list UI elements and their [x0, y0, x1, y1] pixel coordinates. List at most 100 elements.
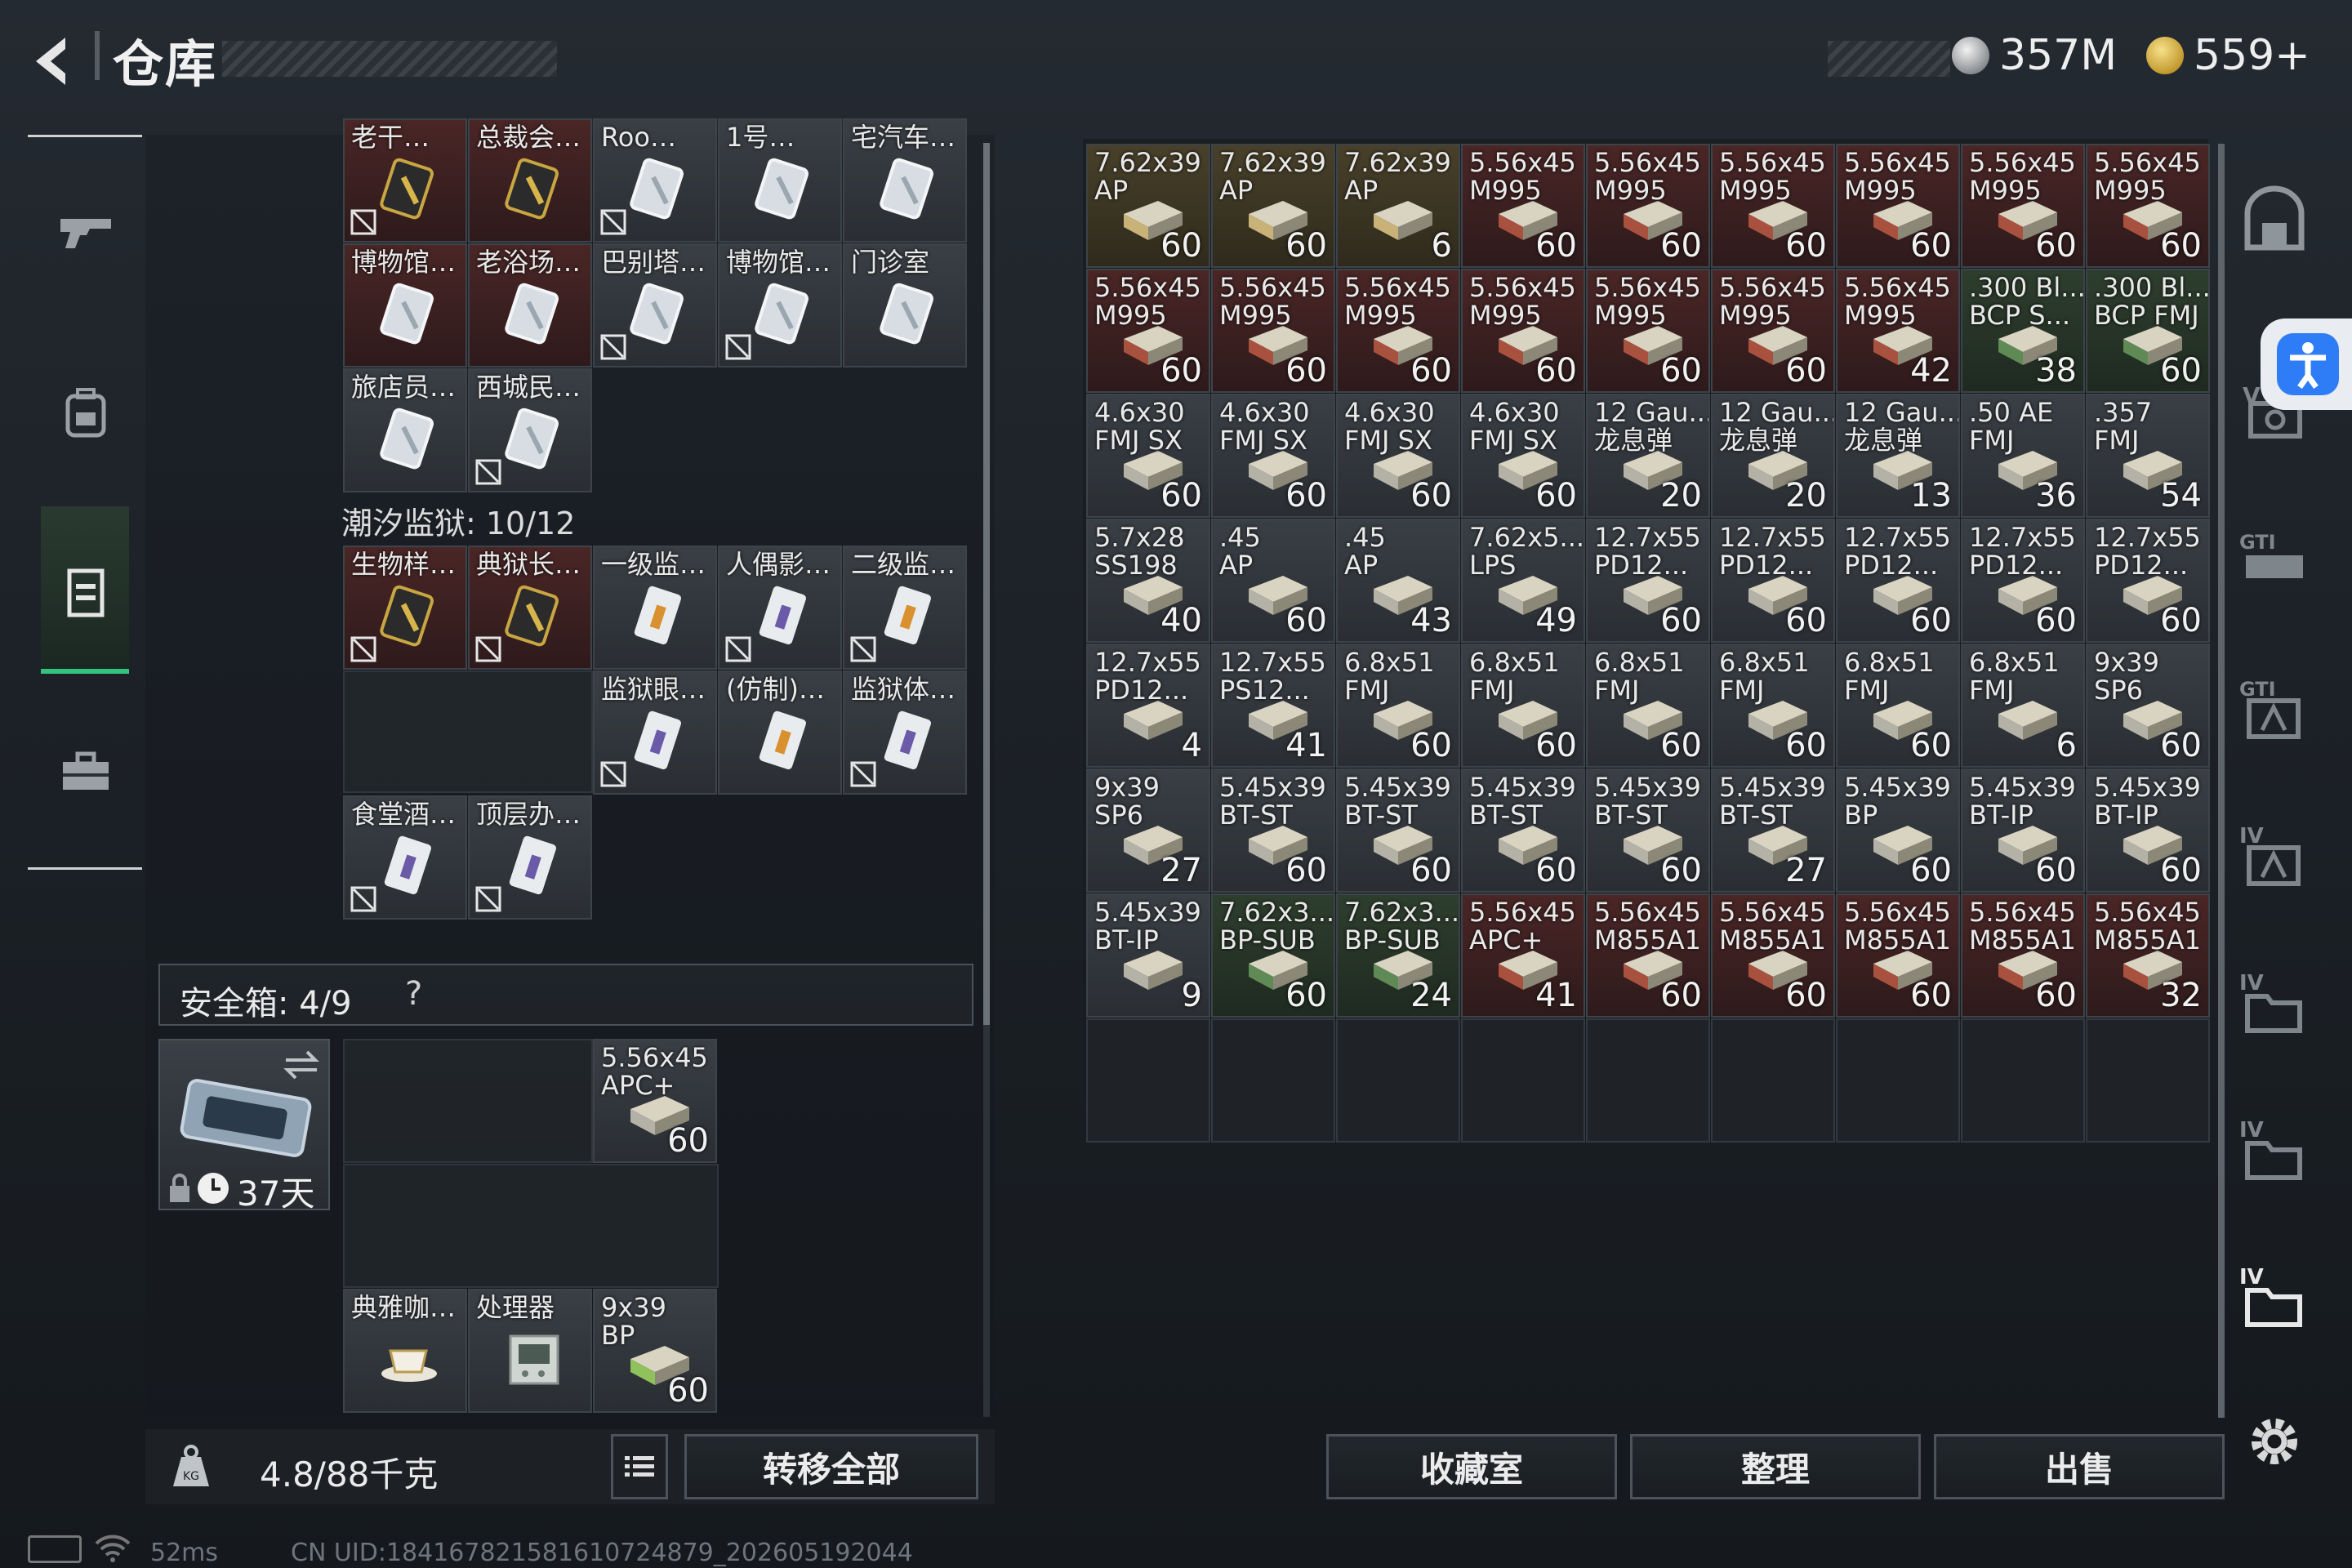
inventory-item[interactable]: 宅汽车…: [843, 118, 967, 243]
inventory-item[interactable]: 12 Gau... 龙息弹 20: [1586, 394, 1710, 518]
inventory-item[interactable]: 老浴场…: [468, 243, 592, 368]
iv-box-icon[interactable]: IV: [2238, 817, 2311, 890]
inventory-item[interactable]: .357 FMJ 54: [2086, 394, 2210, 518]
inventory-item[interactable]: 5.56x45 M995 60: [1711, 269, 1835, 393]
inventory-item[interactable]: 一级监…: [593, 546, 717, 670]
inventory-item[interactable]: 顶层办…: [468, 795, 592, 920]
back-arrow-icon[interactable]: [24, 33, 82, 90]
inventory-item[interactable]: 5.45x39 BP 60: [1836, 768, 1960, 893]
inventory-item[interactable]: 4.6x30 FMJ SX 60: [1461, 394, 1585, 518]
inventory-item[interactable]: 5.56x45 M855A1 60: [1836, 893, 1960, 1018]
empty-slot[interactable]: [2086, 1018, 2210, 1143]
currency-silver[interactable]: 357M: [1952, 31, 2117, 80]
nav-briefcase-button[interactable]: [41, 727, 131, 817]
inventory-item[interactable]: 7.62x3... BP-SUB 24: [1336, 893, 1460, 1018]
inventory-item[interactable]: 5.56x45 M995 60: [1711, 144, 1835, 268]
inventory-item[interactable]: .300 Bl... BCP S... 38: [1961, 269, 2085, 393]
inventory-item[interactable]: 5.56x45 M995 60: [2086, 144, 2210, 268]
inventory-item[interactable]: 巴别塔…: [593, 243, 717, 368]
nav-weapon-button[interactable]: [41, 188, 131, 278]
inventory-item[interactable]: 5.45x39 BT-ST 60: [1336, 768, 1460, 893]
inventory-item[interactable]: 二级监…: [843, 546, 967, 670]
inventory-item[interactable]: 4.6x30 FMJ SX 60: [1336, 394, 1460, 518]
inventory-item[interactable]: 门诊室: [843, 243, 967, 368]
empty-slot[interactable]: [1836, 1018, 1960, 1143]
inventory-item[interactable]: 生物样…: [343, 546, 467, 670]
empty-slot[interactable]: [1211, 1018, 1335, 1143]
inventory-item[interactable]: 5.56x45 M995 60: [1586, 269, 1710, 393]
inventory-item[interactable]: 9x39 SP6 60: [2086, 644, 2210, 768]
collection-room-button[interactable]: 收藏室: [1326, 1434, 1617, 1499]
iv-folder-active-icon[interactable]: IV: [2238, 1258, 2311, 1331]
inventory-item[interactable]: 博物馆…: [343, 243, 467, 368]
inventory-item[interactable]: 5.56x45 M995 60: [1336, 269, 1460, 393]
inventory-item[interactable]: 5.56x45 M995 60: [1211, 269, 1335, 393]
inventory-item[interactable]: 12.7x55 PD12... 4: [1086, 644, 1210, 768]
empty-slot[interactable]: [1711, 1018, 1835, 1143]
inventory-item[interactable]: 5.45x39 BT-ST 27: [1711, 768, 1835, 893]
accessibility-button[interactable]: [2261, 318, 2352, 410]
inventory-item[interactable]: 5.56x45 M995 60: [1961, 144, 2085, 268]
stash-home-icon[interactable]: [2238, 184, 2311, 257]
sort-button[interactable]: 整理: [1630, 1434, 1921, 1499]
inventory-item[interactable]: 5.56x45 M995 42: [1836, 269, 1960, 393]
empty-slot[interactable]: [1586, 1018, 1710, 1143]
inventory-item[interactable]: 人偶影…: [718, 546, 842, 670]
inventory-item[interactable]: 老干…: [343, 118, 467, 243]
gti-box-icon[interactable]: GTI: [2238, 670, 2311, 743]
nav-storage-button[interactable]: [41, 547, 131, 637]
left-scrollbar-thumb[interactable]: [983, 143, 990, 1025]
iv-folder-2-icon[interactable]: IV: [2238, 1111, 2311, 1184]
inventory-item[interactable]: 9x39 BP 60: [593, 1289, 717, 1413]
inventory-item[interactable]: .45 AP 60: [1211, 519, 1335, 643]
inventory-item[interactable]: 典雅咖…: [343, 1289, 467, 1413]
inventory-item[interactable]: Roo…: [593, 118, 717, 243]
inventory-item[interactable]: 12.7x55 PD12... 60: [1836, 519, 1960, 643]
inventory-item[interactable]: 7.62x5... LPS 49: [1461, 519, 1585, 643]
inventory-item[interactable]: 5.56x45 M995 60: [1836, 144, 1960, 268]
inventory-item[interactable]: (仿制)…: [718, 670, 842, 795]
inventory-item[interactable]: 西城民…: [468, 368, 592, 492]
inventory-item[interactable]: 旅店员…: [343, 368, 467, 492]
inventory-item[interactable]: 6.8x51 FMJ 60: [1836, 644, 1960, 768]
gti-weapon-case-icon[interactable]: GTI: [2238, 523, 2311, 596]
currency-gold[interactable]: 559+: [2146, 31, 2310, 80]
inventory-item[interactable]: 5.56x45 M995 60: [1086, 269, 1210, 393]
inventory-item[interactable]: 6.8x51 FMJ 60: [1711, 644, 1835, 768]
inventory-item[interactable]: .45 AP 43: [1336, 519, 1460, 643]
inventory-item[interactable]: 4.6x30 FMJ SX 60: [1086, 394, 1210, 518]
inventory-item[interactable]: 6.8x51 FMJ 60: [1336, 644, 1460, 768]
empty-slot[interactable]: [343, 1164, 719, 1288]
inventory-item[interactable]: 5.45x39 BT-ST 60: [1461, 768, 1585, 893]
inventory-item[interactable]: 7.62x3... BP-SUB 60: [1211, 893, 1335, 1018]
inventory-item[interactable]: 5.45x39 BT-IP 9: [1086, 893, 1210, 1018]
safebox-slot[interactable]: 37天: [158, 1039, 330, 1214]
inventory-item[interactable]: 5.56x45 M855A1 60: [1711, 893, 1835, 1018]
inventory-item[interactable]: .50 AE FMJ 36: [1961, 394, 2085, 518]
inventory-item[interactable]: 博物馆…: [718, 243, 842, 368]
help-icon[interactable]: ?: [405, 975, 422, 1013]
inventory-item[interactable]: 7.62x39 AP 60: [1086, 144, 1210, 268]
inventory-item[interactable]: 监狱眼…: [593, 670, 717, 795]
list-view-button[interactable]: [611, 1434, 668, 1499]
inventory-item[interactable]: 5.45x39 BT-ST 60: [1586, 768, 1710, 893]
transfer-all-button[interactable]: 转移全部: [684, 1434, 978, 1499]
inventory-item[interactable]: 5.56x45 M855A1 60: [1586, 893, 1710, 1018]
inventory-item[interactable]: 12 Gau... 龙息弹 13: [1836, 394, 1960, 518]
swap-arrows-icon[interactable]: [283, 1049, 320, 1081]
inventory-item[interactable]: 7.62x39 AP 6: [1336, 144, 1460, 268]
inventory-item[interactable]: 总裁会…: [468, 118, 592, 243]
inventory-item[interactable]: 7.62x39 AP 60: [1211, 144, 1335, 268]
inventory-item[interactable]: 12.7x55 PD12... 60: [2086, 519, 2210, 643]
inventory-item[interactable]: 1号…: [718, 118, 842, 243]
empty-slot[interactable]: [1336, 1018, 1460, 1143]
settings-gear-icon[interactable]: [2238, 1405, 2311, 1478]
inventory-item[interactable]: 5.45x39 BT-IP 60: [1961, 768, 2085, 893]
inventory-item[interactable]: 5.56x45 M995 60: [1461, 269, 1585, 393]
inventory-item[interactable]: 处理器: [468, 1289, 592, 1413]
inventory-item[interactable]: 5.56x45 M855A1 60: [1961, 893, 2085, 1018]
inventory-item[interactable]: 5.45x39 BT-ST 60: [1211, 768, 1335, 893]
empty-slot[interactable]: [1086, 1018, 1210, 1143]
inventory-item[interactable]: 5.56x45 M995 60: [1586, 144, 1710, 268]
inventory-item[interactable]: 5.56x45 M855A1 32: [2086, 893, 2210, 1018]
